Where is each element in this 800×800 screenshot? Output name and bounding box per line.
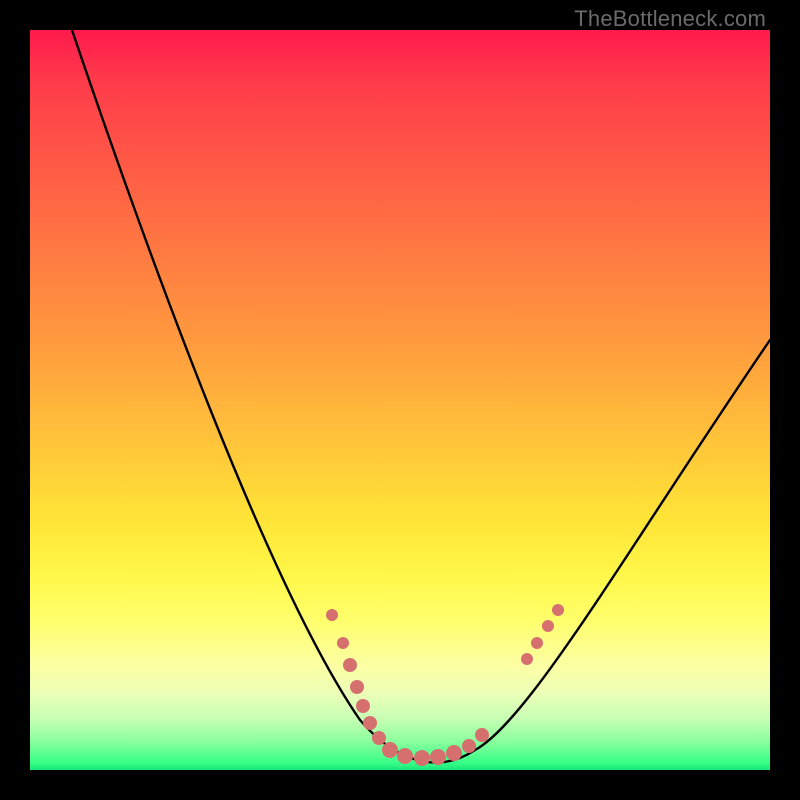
data-marker xyxy=(343,658,357,672)
plot-area xyxy=(30,30,770,770)
data-marker xyxy=(430,749,446,765)
data-marker xyxy=(350,680,364,694)
watermark-text: TheBottleneck.com xyxy=(574,6,766,32)
curve-line xyxy=(72,30,770,762)
data-marker xyxy=(446,745,462,761)
data-marker xyxy=(414,750,430,766)
data-marker xyxy=(531,637,543,649)
data-marker xyxy=(326,609,338,621)
data-marker xyxy=(462,739,476,753)
data-marker xyxy=(372,731,386,745)
data-marker xyxy=(475,728,489,742)
chart-frame: TheBottleneck.com xyxy=(0,0,800,800)
data-marker xyxy=(397,748,413,764)
data-marker xyxy=(337,637,349,649)
markers-group xyxy=(326,604,564,766)
data-marker xyxy=(356,699,370,713)
data-marker xyxy=(382,742,398,758)
data-marker xyxy=(363,716,377,730)
data-marker xyxy=(521,653,533,665)
chart-svg xyxy=(30,30,770,770)
data-marker xyxy=(542,620,554,632)
data-marker xyxy=(552,604,564,616)
curve-group xyxy=(72,30,770,762)
